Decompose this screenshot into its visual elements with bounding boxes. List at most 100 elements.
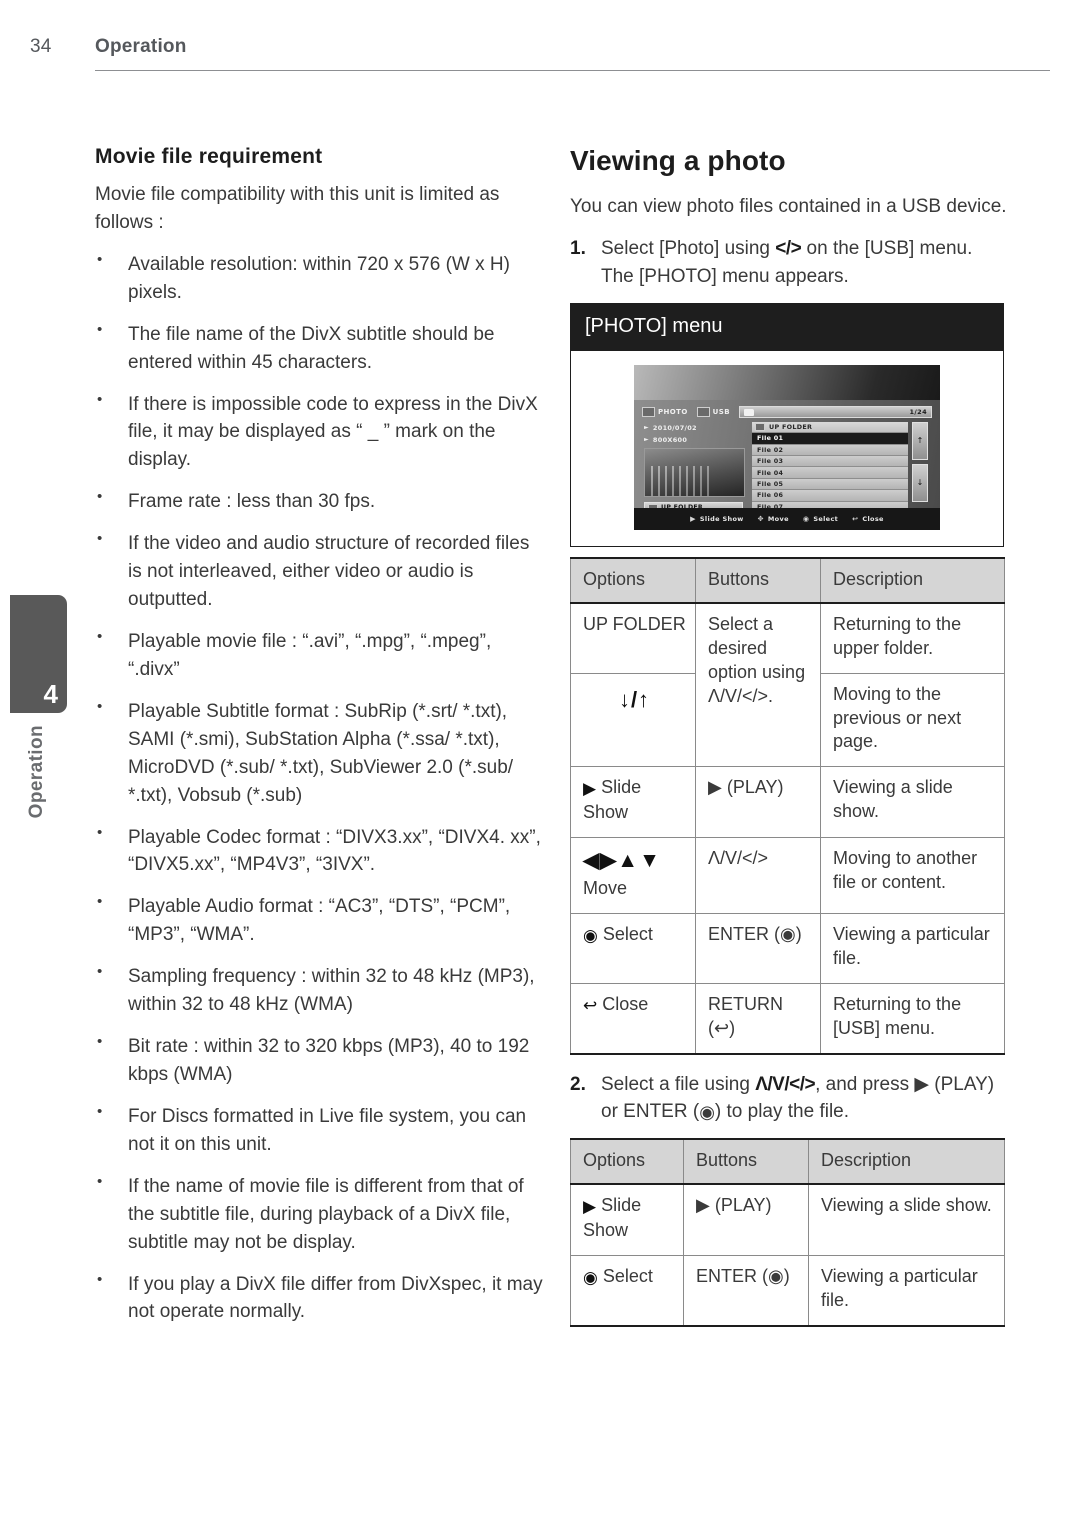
cell-button: ENTER (◉) — [695, 912, 821, 984]
list-item: Playable Subtitle format : SubRip (*.srt… — [95, 696, 543, 810]
osd-list-label: File 01 — [757, 434, 784, 443]
scroll-down-icon[interactable]: ↓ — [912, 463, 928, 502]
cell-option: ▶ Slide Show — [570, 766, 696, 838]
osd-file-list: UP FOLDER File 01 File 02 File 03 File 0… — [752, 421, 908, 513]
cell-option-label: Select — [602, 1265, 653, 1286]
triangle-right-icon: ► — [644, 436, 649, 444]
osd-source-chip: USB — [696, 407, 730, 418]
list-item: Playable movie file : “.avi”, “.mpg”, “.… — [95, 626, 543, 684]
cell-description: Viewing a particular file. — [808, 1254, 1005, 1327]
osd-page-indicator: 1/24 — [909, 408, 927, 417]
cell-description: Moving to the previous or next page. — [820, 672, 1005, 768]
column-header-description: Description — [808, 1138, 1005, 1186]
cell-option-label: Move — [583, 877, 628, 898]
cell-button: Λ/V/</> — [695, 836, 821, 914]
cell-button: RETURN (↩) — [695, 982, 821, 1055]
left-column: Movie file requirement Movie file compat… — [95, 145, 543, 1340]
scroll-up-icon[interactable]: ↑ — [912, 421, 928, 460]
movie-file-requirement-heading: Movie file requirement — [95, 145, 323, 168]
column-header-description: Description — [820, 556, 1005, 604]
cell-option-label: Select — [602, 923, 653, 944]
list-item: Playable Audio format : “AC3”, “DTS”, “P… — [95, 891, 543, 949]
osd-source-label: USB — [712, 408, 730, 417]
osd-hint-close: ↩ Close — [852, 515, 884, 523]
triangle-right-icon: ► — [644, 424, 649, 432]
list-item: If the video and audio structure of reco… — [95, 528, 543, 614]
cell-option-label: Close — [602, 993, 649, 1014]
osd-list-item[interactable]: File 05 — [752, 478, 908, 491]
osd-resolution: 800X600 — [652, 435, 688, 444]
step-2-text-before: Select a file using — [601, 1073, 756, 1095]
table-row: ◉ Select ENTER (◉) Viewing a particular … — [570, 1254, 1005, 1327]
cell-description: Returning to the upper folder. — [820, 602, 1005, 674]
osd-list-item[interactable]: File 02 — [752, 444, 908, 456]
chapter-tab: 4 — [10, 595, 67, 713]
osd-mode-chip: PHOTO — [642, 407, 688, 418]
step-1-nav-glyphs: </> — [775, 237, 802, 259]
photo-menu-key-table: Options Buttons Description UP FOLDER Se… — [570, 556, 1005, 1055]
cell-option: ↓/↑ — [570, 672, 696, 768]
right-column: Viewing a photo You can view photo files… — [570, 145, 1010, 1327]
osd-hint-select: ◉ Select — [803, 515, 838, 523]
photo-menu-figure-body: PHOTO USB 1/24 ► 2010/07/02 ► 800X600 UP… — [571, 350, 1003, 546]
list-item: Frame rate : less than 30 fps. — [95, 486, 543, 516]
osd-background-top — [634, 364, 940, 400]
photo-playback-key-table: Options Buttons Description ▶ Slide Show… — [570, 1138, 1005, 1327]
cell-description: Moving to another file or content. — [820, 836, 1005, 914]
osd-scrollbar[interactable]: ↑ ↓ — [912, 421, 928, 502]
osd-path-bar: 1/24 — [738, 406, 932, 419]
viewing-a-photo-steps: 1. Select [Photo] using </> on the [USB] … — [570, 235, 1010, 291]
folder-up-icon — [755, 422, 765, 431]
column-header-options: Options — [570, 1138, 684, 1186]
cell-button: Select a desired option using Λ/V/</>. — [695, 602, 821, 768]
updown-arrow-icon: ↓/↑ — [618, 686, 651, 712]
osd-list-item[interactable]: File 06 — [752, 490, 908, 502]
cell-option: UP FOLDER — [570, 602, 696, 674]
step-1-text-before: Select [Photo] using — [601, 237, 776, 259]
cell-button: ENTER (◉) — [683, 1254, 809, 1327]
osd-list-label: UP FOLDER — [769, 422, 813, 431]
viewing-a-photo-intro: You can view photo files contained in a … — [570, 196, 1007, 217]
photo-icon — [642, 407, 655, 418]
usb-icon — [696, 407, 710, 418]
list-item: For Discs formatted in Live file system,… — [95, 1101, 543, 1159]
osd-list-item-up-folder[interactable]: UP FOLDER — [752, 421, 908, 434]
osd-hint-label: Slide Show — [699, 514, 744, 523]
table-header-row: Options Buttons Description — [570, 1138, 1005, 1186]
cell-button: ▶ (PLAY) — [683, 1183, 809, 1256]
return-icon: ↩ — [583, 995, 598, 1015]
list-item: If the name of movie file is different f… — [95, 1171, 543, 1257]
list-item: If there is impossible code to express i… — [95, 389, 543, 475]
table-row: UP FOLDER Select a desired option using … — [570, 602, 1005, 768]
photo-menu-figure: [PHOTO] menu PHOTO USB 1/24 ► 2010/07/02… — [570, 302, 1004, 547]
cell-description: Returning to the [USB] menu. — [820, 982, 1005, 1055]
header-divider — [95, 70, 1050, 71]
osd-screenshot: PHOTO USB 1/24 ► 2010/07/02 ► 800X600 UP… — [634, 364, 940, 530]
viewing-a-photo-heading: Viewing a photo — [570, 145, 786, 176]
osd-list-label: File 02 — [757, 445, 784, 454]
osd-list-item-selected[interactable]: File 01 — [752, 433, 908, 445]
osd-resolution-row: ► 800X600 — [644, 436, 747, 444]
table-header-row: Options Buttons Description — [570, 556, 1005, 604]
enter-icon: ◉ — [699, 1102, 715, 1123]
osd-mode-label: PHOTO — [658, 408, 688, 417]
play-icon: ▶ — [583, 779, 597, 799]
osd-list-label: File 06 — [757, 491, 784, 500]
table-row: ↩ Close RETURN (↩) Returning to the [USB… — [570, 982, 1005, 1055]
osd-hint-move: ✥ Move — [758, 515, 789, 523]
osd-list-item[interactable]: File 03 — [752, 455, 908, 468]
enter-icon: ◉ — [583, 1267, 598, 1287]
osd-list-item[interactable]: File 04 — [752, 467, 908, 479]
osd-date: 2010/07/02 — [652, 423, 697, 432]
cell-description: Viewing a slide show. — [808, 1183, 1005, 1256]
cell-option: ◉ Select — [570, 1254, 684, 1327]
page-header: 34 Operation — [0, 36, 1080, 76]
list-item: Playable Codec format : “DIVX3.xx”, “DIV… — [95, 822, 543, 880]
return-icon: ↩ — [852, 514, 859, 523]
osd-thumbnail-preview — [644, 447, 745, 497]
folder-icon — [743, 408, 754, 416]
movie-file-requirement-intro: Movie file compatibility with this unit … — [95, 184, 500, 233]
enter-icon: ◉ — [583, 925, 598, 945]
cell-description: Viewing a particular file. — [820, 912, 1005, 984]
osd-status-row: PHOTO USB 1/24 — [642, 406, 932, 419]
